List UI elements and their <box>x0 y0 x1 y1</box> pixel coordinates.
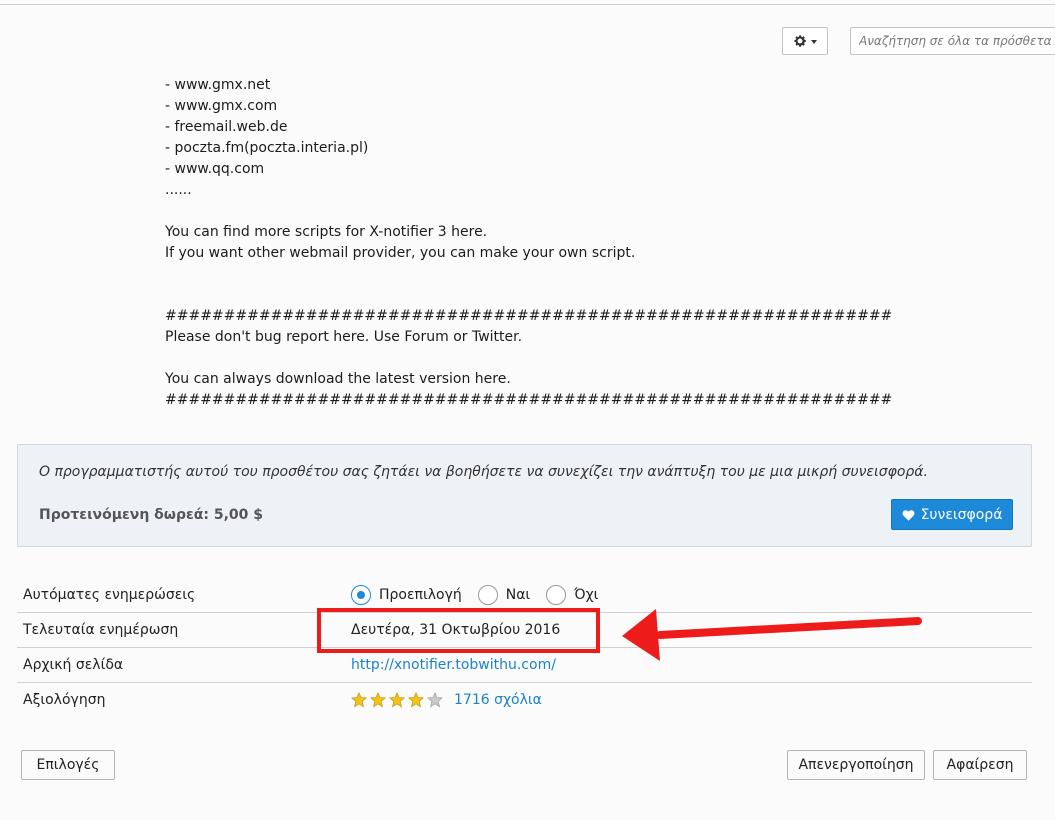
description-line: Please don't bug report here. Use Forum … <box>165 329 523 345</box>
remove-button[interactable]: Αφαίρεση <box>933 750 1027 780</box>
homepage-label: Αρχική σελίδα <box>23 657 124 673</box>
highlight-box <box>317 608 600 653</box>
tools-menu-button[interactable] <box>782 27 828 55</box>
star-empty-icon <box>427 692 443 708</box>
description-line <box>165 285 892 306</box>
radio-no-label: Όχι <box>574 587 599 603</box>
radio-default-label: Προεπιλογή <box>379 587 462 603</box>
reviews-link[interactable]: 1716 σχόλια <box>454 692 542 708</box>
contribution-message: Ο προγραμματιστής αυτού του προσθέτου σα… <box>39 464 928 480</box>
contribute-button-label: Συνεισφορά <box>920 506 1003 523</box>
annotation-arrow <box>622 609 922 661</box>
search-input[interactable] <box>850 27 1055 55</box>
radio-default-circle[interactable] <box>351 585 371 605</box>
star-filled-icon <box>370 692 386 708</box>
homepage-link[interactable]: http://xnotifier.tobwithu.com/ <box>351 657 556 673</box>
rating-stars <box>351 692 446 708</box>
description-line: - poczta.fm(poczta.interia.pl) <box>165 140 369 156</box>
description-line: - www.gmx.net <box>165 77 271 93</box>
contribute-button[interactable]: Συνεισφορά <box>891 499 1013 530</box>
last-updated-label: Τελευταία ενημέρωση <box>23 622 179 638</box>
radio-yes[interactable]: Ναι <box>477 585 531 605</box>
description-line: - www.gmx.com <box>165 98 278 114</box>
chevron-down-icon <box>811 40 817 44</box>
description-line: - www.qq.com <box>165 161 265 177</box>
description-line <box>165 264 892 285</box>
radio-yes-label: Ναι <box>505 587 531 603</box>
radio-default[interactable]: Προεπιλογή <box>351 585 462 605</box>
star-filled-icon <box>408 692 424 708</box>
radio-no[interactable]: Όχι <box>546 585 598 605</box>
star-filled-icon <box>351 692 367 708</box>
heart-icon <box>902 509 915 521</box>
description-line: - freemail.web.de <box>165 119 288 135</box>
rating-row: Αξιολόγηση 1716 σχόλια <box>17 683 1032 717</box>
auto-updates-label: Αυτόματες ενημερώσεις <box>23 587 196 603</box>
rating-label: Αξιολόγηση <box>23 692 106 708</box>
star-filled-icon <box>389 692 405 708</box>
description-line: You can always download the latest versi… <box>165 371 511 387</box>
description-line: You can find more scripts for X-notifier… <box>165 224 488 240</box>
radio-yes-circle[interactable] <box>477 585 498 605</box>
description-line <box>165 201 892 222</box>
radio-no-circle[interactable] <box>546 585 567 605</box>
auto-updates-radio-group: Προεπιλογή Ναι Όχι <box>351 585 614 605</box>
description-line: ########################################… <box>165 392 893 408</box>
suggested-donation: Προτεινόμενη δωρεά: 5,00 $ <box>39 507 264 523</box>
disable-button[interactable]: Απενεργοποίηση <box>787 750 925 780</box>
description-line: If you want other webmail provider, you … <box>165 245 636 261</box>
top-divider <box>0 4 1055 5</box>
addon-description: - www.gmx.net - www.gmx.com - freemail.web… <box>165 75 892 411</box>
gear-icon <box>794 35 806 47</box>
options-button[interactable]: Επιλογές <box>21 750 115 780</box>
description-line: ########################################… <box>165 308 893 324</box>
contribution-panel: Ο προγραμματιστής αυτού του προσθέτου σα… <box>17 444 1032 547</box>
description-line <box>165 348 892 369</box>
description-line: ...... <box>165 182 192 198</box>
